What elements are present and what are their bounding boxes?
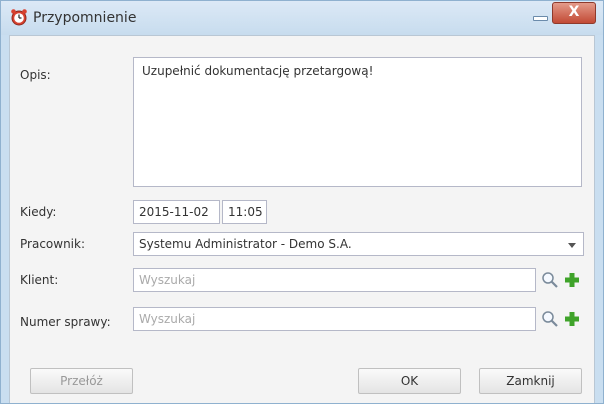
search-icon[interactable]	[541, 271, 559, 289]
case-number-label: Numer sprawy:	[20, 315, 111, 329]
window-title: Przypomnienie	[33, 10, 137, 26]
employee-label: Pracownik:	[20, 237, 85, 251]
date-input[interactable]: 2015-11-02	[133, 200, 220, 224]
employee-select[interactable]: Systemu Administrator - Demo S.A.	[133, 232, 584, 256]
chevron-down-icon[interactable]	[568, 243, 576, 248]
client-label: Klient:	[20, 273, 59, 287]
when-label: Kiedy:	[20, 205, 57, 219]
postpone-button[interactable]: Przełóż	[30, 368, 133, 394]
search-icon[interactable]	[541, 310, 559, 328]
description-textarea[interactable]: Uzupełnić dokumentację przetargową!	[133, 57, 582, 187]
employee-select-value: Systemu Administrator - Demo S.A.	[139, 237, 352, 251]
add-icon[interactable]	[563, 310, 581, 328]
time-input[interactable]: 11:05	[222, 200, 267, 224]
add-icon[interactable]	[563, 271, 581, 289]
ok-button[interactable]: OK	[358, 368, 461, 394]
close-button[interactable]: Zamknij	[479, 368, 582, 394]
close-icon[interactable]: X	[552, 2, 596, 24]
alarm-clock-icon	[10, 8, 28, 26]
description-label: Opis:	[20, 68, 51, 82]
case-number-search-input[interactable]: Wyszukaj	[133, 307, 536, 331]
minimize-icon[interactable]	[529, 7, 551, 23]
client-search-input[interactable]: Wyszukaj	[133, 268, 536, 292]
title-bar[interactable]: Przypomnienie X	[1, 1, 603, 35]
